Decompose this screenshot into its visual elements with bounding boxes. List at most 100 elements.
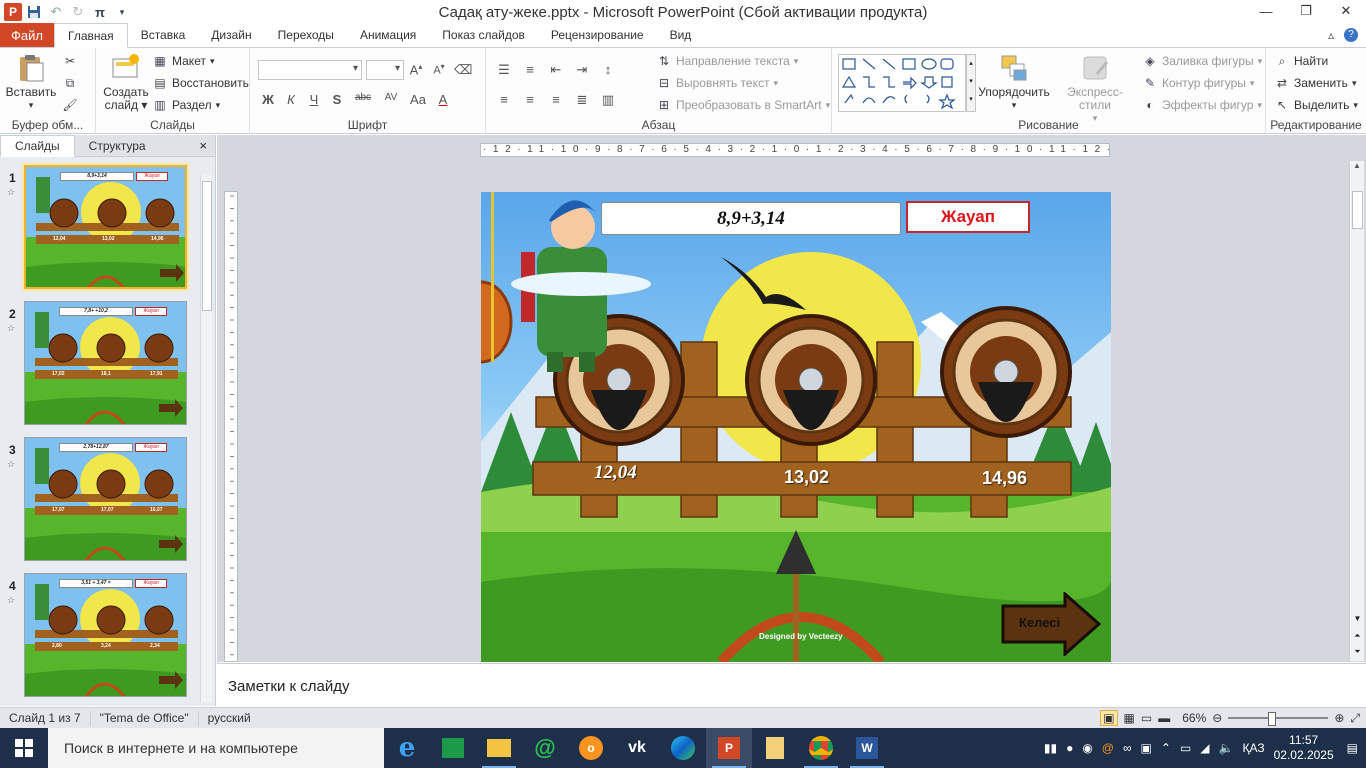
notes-placeholder[interactable]: Заметки к слайду: [228, 678, 350, 695]
slide-scrollbar[interactable]: ▲ ▼ ⏶ ⏷: [1349, 161, 1364, 661]
strikethrough-icon[interactable]: abc: [352, 92, 374, 107]
zoom-out-icon[interactable]: ⊖: [1212, 711, 1222, 725]
tab-animation[interactable]: Анимация: [347, 23, 429, 47]
shadow-icon[interactable]: S: [329, 92, 345, 107]
align-right-icon[interactable]: ≡: [548, 92, 564, 108]
scroll-thumb[interactable]: [202, 181, 212, 311]
text-direction-button[interactable]: ⇅ Направление текста ▾: [656, 52, 798, 70]
zoom-level[interactable]: 66%: [1182, 711, 1206, 725]
tray-app-icon-1[interactable]: ▮▮: [1044, 741, 1057, 755]
next-button-label[interactable]: Келесі: [1019, 615, 1060, 630]
scroll-down-icon[interactable]: ▼: [1350, 614, 1365, 623]
shrink-font-icon[interactable]: A▾: [431, 62, 447, 78]
slide-thumbnail[interactable]: 7,8+ +10,2 Жауап 17,02 18,1 17,91: [24, 301, 187, 425]
chrome-icon[interactable]: [798, 728, 844, 768]
tray-app-icon-5[interactable]: ▣: [1141, 741, 1152, 755]
battery-icon[interactable]: ▭: [1180, 741, 1191, 755]
taskbar-clock[interactable]: 11:57 02.02.2025: [1274, 733, 1334, 763]
start-button[interactable]: [0, 728, 48, 768]
tab-transitions[interactable]: Переходы: [265, 23, 347, 47]
save-icon[interactable]: [24, 2, 44, 22]
line-spacing-icon[interactable]: ↕: [600, 62, 616, 78]
network-icon[interactable]: ◢: [1200, 741, 1209, 755]
tray-expand-icon[interactable]: ⌃: [1161, 741, 1171, 755]
powerpoint-icon[interactable]: P: [4, 3, 22, 21]
char-spacing-icon[interactable]: AV: [381, 92, 401, 107]
zoom-slider[interactable]: [1228, 712, 1329, 726]
zoom-in-icon[interactable]: ⊕: [1334, 711, 1344, 725]
slide-thumbnail-row[interactable]: 3 ☆ 2,78+12,87 Жауап 17,07 17,07 16,07: [0, 437, 196, 565]
slideshow-view-icon[interactable]: ▬: [1158, 711, 1170, 725]
tab-file[interactable]: Файл: [0, 23, 54, 47]
grow-font-icon[interactable]: A▴: [408, 62, 424, 78]
layout-button[interactable]: ▦ Макет ▾: [152, 52, 214, 70]
slide-scroll-thumb[interactable]: [1352, 191, 1363, 229]
minimize-button[interactable]: —: [1246, 0, 1286, 22]
answer-option-2[interactable]: 13,02: [784, 467, 829, 488]
pi-equation-icon[interactable]: π: [90, 2, 110, 22]
underline-icon[interactable]: Ч: [306, 92, 322, 107]
theme-status[interactable]: "Tema de Office": [91, 710, 199, 726]
replace-button[interactable]: ⇄ Заменить ▾: [1274, 74, 1357, 92]
smartart-button[interactable]: ⊞ Преобразовать в SmartArt ▾: [656, 96, 830, 114]
tray-app-icon-3[interactable]: ◉: [1082, 741, 1092, 755]
next-slide-icon[interactable]: ⏷: [1350, 647, 1365, 657]
copy-icon[interactable]: ⧉: [62, 74, 78, 92]
answer-option-1[interactable]: 12,04: [594, 462, 637, 484]
columns-icon[interactable]: ▥: [600, 92, 616, 108]
close-window-button[interactable]: ✕: [1326, 0, 1366, 22]
bold-icon[interactable]: Ж: [260, 92, 276, 107]
slide-sorter-icon[interactable]: ▦: [1124, 711, 1135, 725]
notes-pane[interactable]: Заметки к слайду: [217, 663, 1366, 707]
restore-button[interactable]: ❐: [1286, 0, 1326, 22]
normal-view-icon[interactable]: ▣: [1100, 710, 1118, 726]
slide-thumbnail[interactable]: 2,78+12,87 Жауап 17,07 17,07 16,07: [24, 437, 187, 561]
tab-home[interactable]: Главная: [54, 23, 128, 48]
italic-icon[interactable]: К: [283, 92, 299, 107]
paste-button[interactable]: Вставить ▾: [6, 52, 56, 112]
cut-icon[interactable]: ✂: [62, 52, 78, 70]
font-size-combo[interactable]: [366, 60, 404, 80]
powerpoint-taskbar-icon[interactable]: P: [706, 728, 752, 768]
answer-option-3[interactable]: 14,96: [982, 468, 1027, 489]
slide-thumbnail[interactable]: 3,51 + 3,47 = Жауап 2,80 3,24 2,34: [24, 573, 187, 697]
clear-format-icon[interactable]: ⌫: [454, 62, 472, 78]
numbering-icon[interactable]: ≡: [522, 62, 538, 78]
taskbar-search[interactable]: Поиск в интернете и на компьютере: [48, 728, 384, 768]
undo-icon[interactable]: ↶: [46, 2, 66, 22]
shape-fill-button[interactable]: ◈ Заливка фигуры ▾: [1142, 52, 1262, 70]
quick-styles-button[interactable]: Экспресс-стили ▾: [1054, 52, 1136, 125]
justify-icon[interactable]: ≣: [574, 92, 590, 108]
help-icon[interactable]: ?: [1344, 28, 1358, 42]
shapes-gallery[interactable]: [838, 54, 966, 112]
word-icon[interactable]: W: [844, 728, 890, 768]
tab-slides-pane[interactable]: Слайды: [0, 135, 75, 157]
tab-outline-pane[interactable]: Структура: [75, 136, 160, 156]
edge-icon[interactable]: [660, 728, 706, 768]
change-case-icon[interactable]: Aa: [408, 92, 428, 107]
font-family-combo[interactable]: [258, 60, 362, 80]
tray-app-icon-4[interactable]: ∞: [1123, 741, 1132, 755]
reset-button[interactable]: ▤ Восстановить: [152, 74, 249, 92]
store-icon[interactable]: [430, 728, 476, 768]
bullets-icon[interactable]: ☰: [496, 62, 512, 78]
slide-thumbnail-row[interactable]: 4 ☆ 3,51 + 3,47 = Жауап 2,80 3,24 2,34: [0, 573, 196, 701]
mail-icon[interactable]: @: [522, 728, 568, 768]
odnoklassniki-icon[interactable]: о: [568, 728, 614, 768]
slide-thumbnail[interactable]: 8,9+3,14 Жауап 12,04 13,02 14,96: [22, 163, 189, 291]
shape-outline-button[interactable]: ✎ Контур фигуры ▾: [1142, 74, 1254, 92]
new-slide-button[interactable]: Создать слайд ▾: [102, 52, 150, 112]
file-explorer-icon[interactable]: [476, 728, 522, 768]
tab-review[interactable]: Рецензирование: [538, 23, 657, 47]
format-painter-icon[interactable]: 🖌: [62, 96, 78, 114]
arrange-button[interactable]: Упорядочить ▾: [974, 52, 1054, 112]
increase-indent-icon[interactable]: ⇥: [574, 62, 590, 78]
vk-icon[interactable]: vk: [614, 728, 660, 768]
tray-app-icon-2[interactable]: ●: [1066, 741, 1073, 755]
decrease-indent-icon[interactable]: ⇤: [548, 62, 564, 78]
documents-icon[interactable]: [752, 728, 798, 768]
slide-thumbnail-row[interactable]: 2 ☆ 7,8+ +10,2 Жауап 17,02 18,1 17,91: [0, 301, 196, 429]
scroll-up-icon[interactable]: ▲: [1350, 161, 1364, 170]
select-button[interactable]: ↖ Выделить ▾: [1274, 96, 1358, 114]
fit-to-window-icon[interactable]: ⤢: [1350, 711, 1360, 726]
